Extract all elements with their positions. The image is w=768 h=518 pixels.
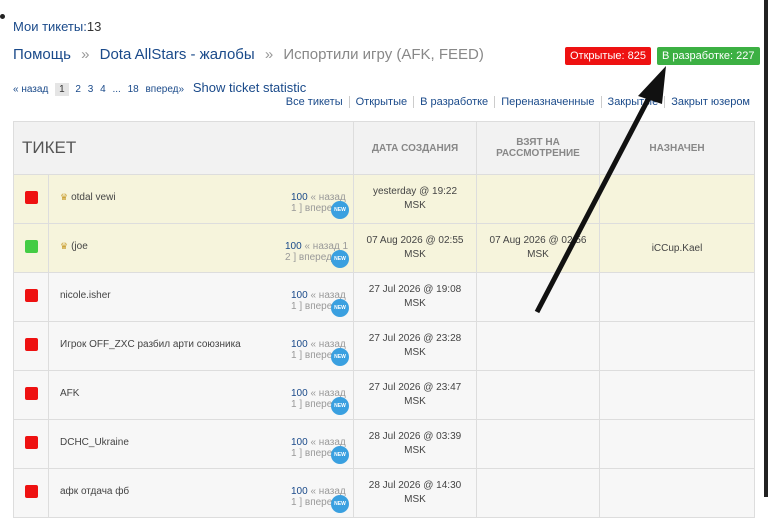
new-icon: NEW	[331, 495, 349, 513]
annotation-arrow	[534, 66, 666, 314]
